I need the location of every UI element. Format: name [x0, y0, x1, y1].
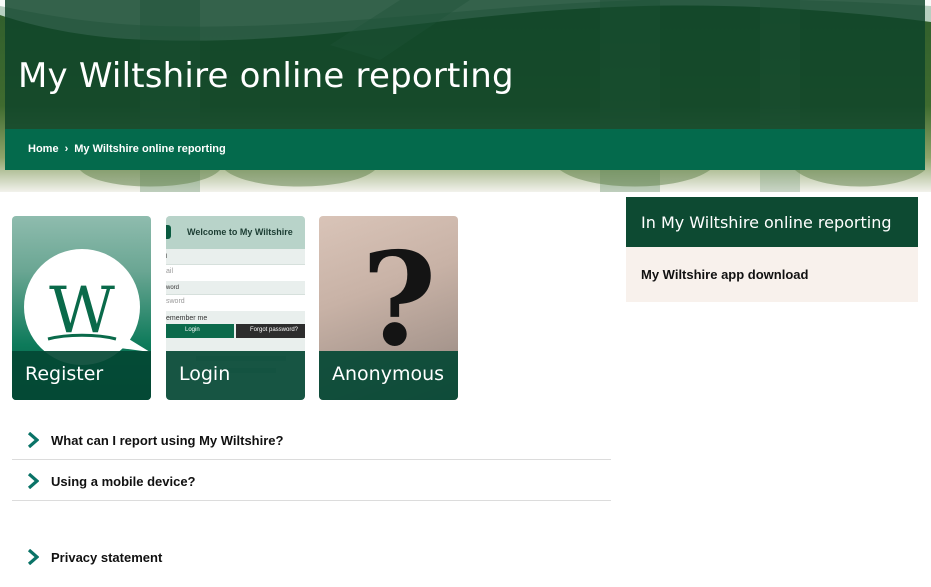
sidebar-header: In My Wiltshire online reporting: [626, 197, 918, 247]
accordion-item-what-can-i-report[interactable]: What can I report using My Wiltshire?: [12, 419, 611, 460]
app-download-link[interactable]: My Wiltshire app download: [641, 267, 808, 282]
login-mock-password-label: word: [166, 285, 180, 291]
sidebar-links: My Wiltshire app download: [626, 247, 918, 302]
breadcrumb-bar: Home › My Wiltshire online reporting: [5, 129, 925, 170]
login-mock-forgot-text: Forgot password?: [250, 327, 299, 333]
login-mock-header: Welcome to My Wiltshire: [166, 216, 305, 249]
page-title: My Wiltshire online reporting: [18, 56, 514, 96]
login-mock-email-row: ail: [166, 264, 305, 281]
register-tile-label: Register: [25, 363, 104, 385]
breadcrumb: Home › My Wiltshire online reporting: [28, 143, 226, 155]
header-banner: My Wiltshire online reporting Home › My …: [0, 0, 931, 192]
breadcrumb-current: My Wiltshire online reporting: [74, 143, 226, 155]
accordion-item-mobile-device[interactable]: Using a mobile device?: [12, 460, 611, 501]
accordion-item-label: Using a mobile device?: [51, 474, 196, 489]
chevron-right-icon: [27, 432, 39, 448]
chevron-right-icon: [27, 473, 39, 489]
privacy-statement-link[interactable]: Privacy statement: [12, 538, 611, 568]
login-mock-heading: Welcome to My Wiltshire: [187, 227, 293, 237]
login-mock-email-label: l: [166, 254, 168, 260]
breadcrumb-home-link[interactable]: Home: [28, 143, 59, 155]
login-mock-remember: emember me: [166, 315, 208, 322]
login-tile[interactable]: Welcome to My Wiltshire l ail word sword…: [166, 216, 305, 400]
login-mock-forgot-button: Forgot password?: [236, 324, 305, 338]
accordion-item-label: What can I report using My Wiltshire?: [51, 433, 284, 448]
login-mock-login-text: Login: [185, 327, 200, 333]
privacy-statement-label: Privacy statement: [51, 550, 163, 565]
sidebar-title: In My Wiltshire online reporting: [641, 213, 892, 232]
breadcrumb-separator-icon: ›: [64, 143, 69, 155]
login-mock-logo-icon: [166, 225, 171, 239]
anonymous-tile-label: Anonymous: [332, 363, 445, 385]
login-mock-password-row: sword: [166, 294, 305, 311]
login-tile-label: Login: [179, 363, 231, 385]
register-tile[interactable]: W Register: [12, 216, 151, 400]
anonymous-tile[interactable]: ? Anonymous: [319, 216, 458, 400]
login-mock-password-placeholder: sword: [166, 298, 185, 305]
login-mock-login-button: Login: [166, 324, 234, 338]
chevron-right-icon: [27, 549, 39, 565]
login-mock-email-placeholder: ail: [166, 268, 174, 275]
